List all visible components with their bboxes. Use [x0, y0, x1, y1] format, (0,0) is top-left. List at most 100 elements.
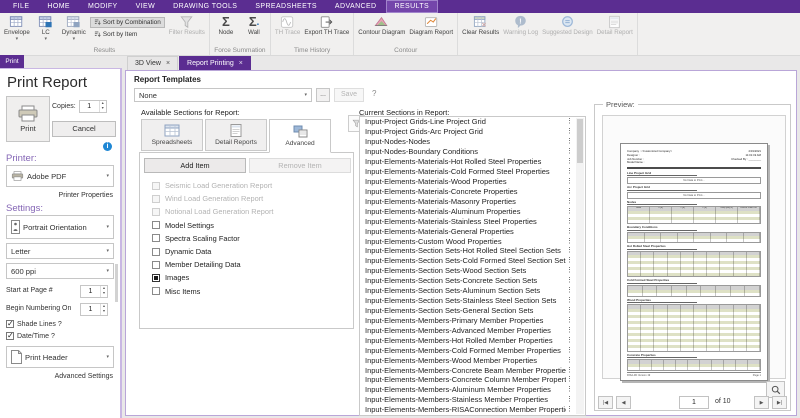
drag-handle-icon[interactable]: ⋮: [566, 336, 573, 345]
next-page-button[interactable]: [754, 396, 769, 409]
warning-log-button[interactable]: ! Warning Log: [501, 14, 540, 37]
drag-handle-icon[interactable]: ⋮: [566, 237, 573, 246]
drag-handle-icon[interactable]: ⋮: [566, 127, 573, 136]
current-section-item[interactable]: Input-Elements-Section Sets-Aluminum Sec…: [360, 286, 585, 296]
current-section-item[interactable]: Input-Elements-Section Sets-Cold Formed …: [360, 256, 585, 266]
add-item-button[interactable]: Add Item: [144, 158, 246, 173]
envelope-button[interactable]: Envelope: [2, 14, 32, 41]
current-section-item[interactable]: Input-Elements-Members-Cold Formed Membe…: [360, 345, 585, 355]
remove-item-button[interactable]: Remove Item: [249, 158, 351, 173]
drag-handle-icon[interactable]: ⋮: [566, 177, 573, 186]
th-trace-button[interactable]: TH Trace: [273, 14, 302, 37]
drag-handle-icon[interactable]: ⋮: [566, 356, 573, 365]
checkbox-icon[interactable]: [152, 182, 160, 190]
current-section-item[interactable]: Input-Elements-Materials-Wood Properties…: [360, 177, 585, 187]
checkbox-icon[interactable]: [152, 221, 160, 229]
tab-spreadsheets[interactable]: Spreadsheets: [141, 119, 203, 151]
filter-results-button[interactable]: Filter Results: [167, 14, 207, 37]
current-section-item[interactable]: Input-Project Grids-Arc Project Grid⋮: [360, 127, 585, 137]
drag-handle-icon[interactable]: ⋮: [566, 157, 573, 166]
drag-handle-icon[interactable]: ⋮: [566, 256, 573, 265]
drag-handle-icon[interactable]: ⋮: [566, 227, 573, 236]
report-template-select[interactable]: None: [134, 88, 312, 102]
current-section-item[interactable]: Input-Project Grids-Line Project Grid⋮: [360, 117, 585, 127]
cancel-button[interactable]: Cancel: [52, 121, 116, 137]
current-section-item[interactable]: Input-Elements-Members-RISAConnection Me…: [360, 405, 585, 415]
current-section-item[interactable]: Input-Elements-Materials-Concrete Proper…: [360, 186, 585, 196]
available-section-item[interactable]: Wind Load Generation Report: [144, 192, 349, 205]
diagram-report-button[interactable]: Diagram Report: [407, 14, 455, 37]
export-th-trace-button[interactable]: Export TH Trace: [302, 14, 351, 37]
ribbon-tab-spreadsheets[interactable]: SPREADSHEETS: [246, 0, 326, 13]
orientation-select[interactable]: Portrait Orientation: [6, 215, 114, 239]
print-side-tab[interactable]: Print: [0, 55, 24, 68]
available-section-item[interactable]: Spectra Scaling Factor: [144, 232, 349, 245]
current-section-item[interactable]: Input-Elements-Section Sets-Stainless St…: [360, 296, 585, 306]
begin-numbering-stepper[interactable]: 1: [80, 303, 108, 316]
drag-handle-icon[interactable]: ⋮: [566, 187, 573, 196]
current-section-item[interactable]: Input-Elements-Members-Concrete Column M…: [360, 375, 585, 385]
current-section-item[interactable]: Input-Elements-Members-Stainless Member …: [360, 395, 585, 405]
datetime-checkbox[interactable]: Date/Time ?: [6, 332, 55, 340]
close-icon[interactable]: ×: [239, 60, 243, 67]
current-section-item[interactable]: Input-Elements-Materials-Masonry Propert…: [360, 196, 585, 206]
drag-handle-icon[interactable]: ⋮: [566, 137, 573, 146]
current-section-item[interactable]: Input-Nodes-Nodes⋮: [360, 137, 585, 147]
current-section-item[interactable]: Input-Nodes-Boundary Conditions⋮: [360, 147, 585, 157]
clear-results-button[interactable]: Clear Results: [460, 14, 501, 37]
current-section-item[interactable]: Input-Elements-Members-Aluminum Member P…: [360, 385, 585, 395]
ribbon-tab-file[interactable]: FILE: [4, 0, 38, 13]
sort-by-combination-button[interactable]: Sort by Combination: [90, 17, 165, 28]
detail-report-button[interactable]: Detail Report: [595, 14, 635, 37]
drag-handle-icon[interactable]: ⋮: [566, 395, 573, 404]
list-scrollbar[interactable]: [576, 118, 584, 414]
doc-tab-report-printing[interactable]: Report Printing×: [179, 56, 251, 70]
spinner-icon[interactable]: [100, 304, 107, 315]
checkbox-icon[interactable]: [152, 195, 160, 203]
info-icon[interactable]: i: [103, 142, 112, 151]
drag-handle-icon[interactable]: ⋮: [566, 207, 573, 216]
scrollbar-thumb[interactable]: [577, 119, 583, 163]
current-section-item[interactable]: Input-Elements-Materials-Stainless Steel…: [360, 216, 585, 226]
drag-handle-icon[interactable]: ⋮: [566, 276, 573, 285]
tab-advanced[interactable]: Advanced: [269, 119, 331, 153]
current-section-item[interactable]: Input-Elements-Section Sets-General Sect…: [360, 306, 585, 316]
print-button[interactable]: Print: [6, 96, 50, 142]
drag-handle-icon[interactable]: ⋮: [566, 385, 573, 394]
last-page-button[interactable]: [772, 396, 787, 409]
tab-detail-reports[interactable]: Detail Reports: [205, 119, 267, 151]
drag-handle-icon[interactable]: ⋮: [566, 306, 573, 315]
checkbox-icon[interactable]: [152, 274, 160, 282]
paper-size-select[interactable]: Letter: [6, 243, 114, 259]
available-section-item[interactable]: Dynamic Data: [144, 245, 349, 258]
current-section-item[interactable]: Input-Elements-Members-Concrete Beam Mem…: [360, 365, 585, 375]
drag-handle-icon[interactable]: ⋮: [566, 117, 573, 126]
drag-handle-icon[interactable]: ⋮: [566, 296, 573, 305]
drag-handle-icon[interactable]: ⋮: [566, 316, 573, 325]
drag-handle-icon[interactable]: ⋮: [566, 167, 573, 176]
current-section-item[interactable]: Input-Elements-Members-Advanced Member P…: [360, 325, 585, 335]
drag-handle-icon[interactable]: ⋮: [566, 326, 573, 335]
current-section-item[interactable]: Input-Elements-Materials-Hot Rolled Stee…: [360, 157, 585, 167]
ribbon-tab-results[interactable]: RESULTS: [386, 0, 439, 13]
current-section-item[interactable]: Input-Elements-Members-Primary Member Pr…: [360, 315, 585, 325]
drag-handle-icon[interactable]: ⋮: [566, 286, 573, 295]
printer-properties-link[interactable]: Printer Properties: [59, 192, 113, 199]
current-section-item[interactable]: Input-Elements-Custom Wood Properties⋮: [360, 236, 585, 246]
available-section-item[interactable]: Member Detailing Data: [144, 258, 349, 271]
save-template-button[interactable]: Save: [334, 88, 364, 102]
start-at-page-stepper[interactable]: 1: [80, 285, 108, 298]
suggested-design-button[interactable]: Suggested Design: [540, 14, 595, 37]
checkbox-icon[interactable]: [152, 234, 160, 242]
drag-handle-icon[interactable]: ⋮: [566, 197, 573, 206]
drag-handle-icon[interactable]: ⋮: [566, 147, 573, 156]
wall-summation-button[interactable]: Σ▪ Wall: [240, 14, 268, 37]
lc-button[interactable]: LC: [32, 14, 60, 41]
previous-page-button[interactable]: [616, 396, 631, 409]
spinner-icon[interactable]: [100, 286, 107, 297]
ribbon-tab-drawing-tools[interactable]: DRAWING TOOLS: [164, 0, 246, 13]
drag-handle-icon[interactable]: ⋮: [566, 405, 573, 414]
available-section-item[interactable]: Misc Items: [144, 285, 349, 298]
current-section-item[interactable]: Input-Elements-Materials-Aluminum Proper…: [360, 206, 585, 216]
current-section-item[interactable]: Input-Elements-Section Sets-Hot Rolled S…: [360, 246, 585, 256]
